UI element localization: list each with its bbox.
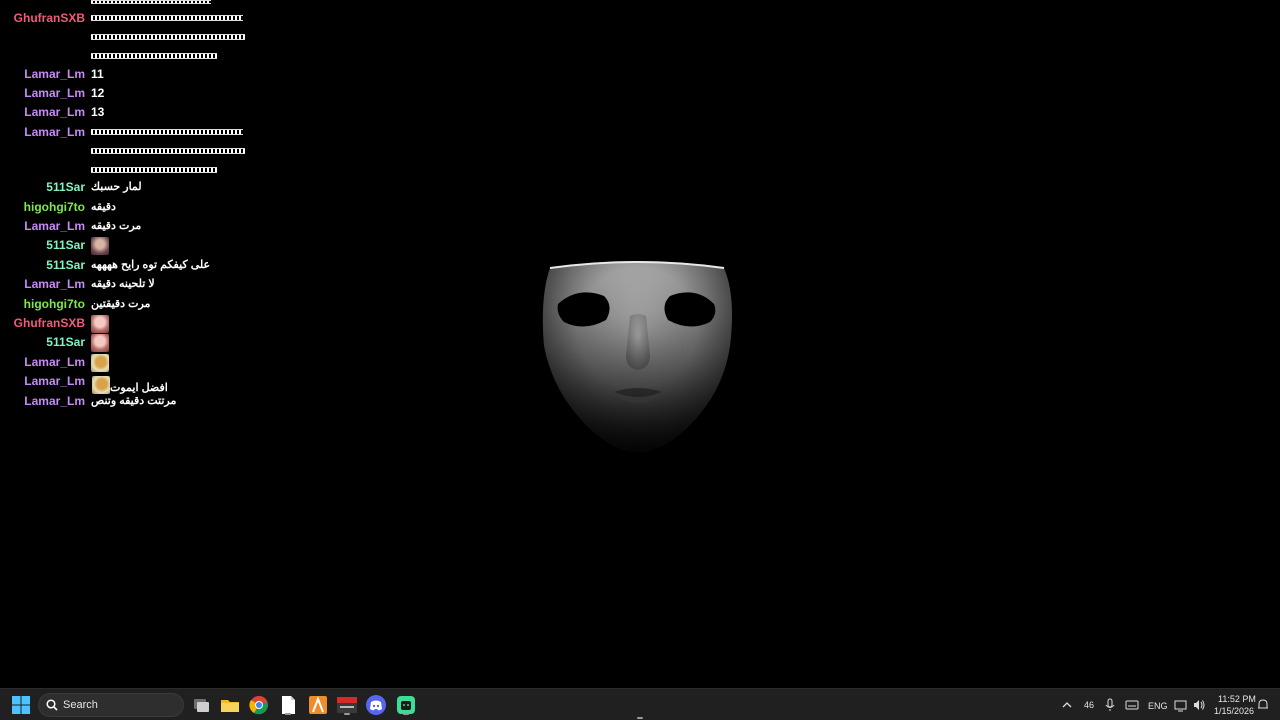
language-indicator[interactable]: ENG xyxy=(1148,701,1168,711)
chat-message-text-content: مرت دقيقه xyxy=(91,220,142,232)
clock-date[interactable]: 1/15/2026 xyxy=(1214,706,1254,716)
chat-message-wrapped-line xyxy=(91,53,217,59)
chat-message-text: دقيقه xyxy=(91,199,116,216)
chat-username[interactable]: 511Sar xyxy=(46,237,85,254)
taskbar: Search 46 ENG 11:52 PM 1/15/2026 xyxy=(0,688,1280,720)
file-explorer-icon[interactable] xyxy=(219,694,241,716)
chat-message-wrapped-line xyxy=(91,147,245,154)
chat-message: Lamar_Lm 12 xyxy=(0,84,260,104)
chat-message-text-content: مرتتت دقيقه وتنص xyxy=(91,394,177,407)
chat-username[interactable]: higohgi7to xyxy=(24,199,85,216)
chat-username[interactable]: 511Sar xyxy=(46,334,85,351)
chat-message-text-content: على كيفكم توه رايح ههههه xyxy=(91,258,211,271)
chat-username[interactable]: higohgi7to xyxy=(24,296,85,313)
chat-message-text-content: 13 xyxy=(91,105,105,120)
chat-username[interactable]: Lamar_Lm xyxy=(24,104,85,121)
taskbar-search-box[interactable]: Search xyxy=(38,693,184,717)
network-icon[interactable] xyxy=(1174,698,1188,712)
chat-message-text: 11 xyxy=(91,66,104,83)
chat-message: 511Sar xyxy=(0,236,260,256)
chat-message-wrapped-line xyxy=(91,15,243,21)
search-label: Search xyxy=(63,699,98,711)
clock-time[interactable]: 11:52 PM xyxy=(1218,694,1256,704)
chat-message-text: مرت دقيقه xyxy=(91,218,141,235)
chat-message: Lamar_Lm 11 xyxy=(0,65,260,85)
chat-message-text-content: دقيقه xyxy=(91,200,116,213)
notification-icon[interactable] xyxy=(1256,698,1270,712)
chat-message-text: على كيفكم توه رايح ههههه xyxy=(91,257,210,274)
chat-message-text-content: مرت دقيقتين xyxy=(91,297,151,310)
running-indicator xyxy=(344,713,350,715)
discord-icon[interactable] xyxy=(365,694,387,716)
chat-message-wrapped-line xyxy=(91,166,217,173)
chat-message-text: لا تلحينه دقيقه xyxy=(91,276,155,293)
chat-emote xyxy=(91,353,109,372)
chat-username[interactable]: Lamar_Lm xyxy=(24,393,85,410)
chat-emote xyxy=(91,237,109,256)
chat-username[interactable]: 511Sar xyxy=(46,179,85,196)
chat-message-text: مرتتت دقيقه وتنص xyxy=(91,393,176,410)
chat-message-text-content: 12 xyxy=(91,85,105,100)
chat-message: 511Sar xyxy=(0,333,260,353)
chrome-icon[interactable] xyxy=(248,694,270,716)
chat-message-wrapped-line xyxy=(91,34,245,40)
chat-message: Lamar_Lm مرت دقيقه xyxy=(0,217,260,237)
chat-username[interactable]: Lamar_Lm xyxy=(24,218,85,235)
orange-app-icon[interactable] xyxy=(307,694,329,716)
chat-message: Lamar_Lm افضل ايموت xyxy=(0,372,260,395)
chat-username[interactable]: 511Sar xyxy=(46,257,85,274)
chat-username[interactable]: GhufranSXB xyxy=(14,10,85,27)
chat-message-text-content: لا تلحينه دقيقه xyxy=(91,278,155,291)
search-icon xyxy=(46,699,58,711)
chat-username[interactable]: Lamar_Lm xyxy=(24,124,85,141)
tray-badge-count[interactable]: 46 xyxy=(1084,700,1094,710)
chat-message-text: 13 xyxy=(91,104,104,121)
chat-message-wrapped-line xyxy=(91,128,243,135)
keyboard-icon[interactable] xyxy=(1125,699,1139,711)
stream-app-icon[interactable] xyxy=(336,694,358,716)
chat-message: 511Sar على كيفكم توه رايح ههههه xyxy=(0,256,260,276)
chat-message: Lamar_Lmهههههههههههههههههههههههههههههه xyxy=(0,123,260,173)
running-indicator xyxy=(285,713,291,715)
chat-message-text-content: لمار حسبك xyxy=(91,181,142,194)
chat-message: higohgi7to مرت دقيقتين xyxy=(0,295,260,315)
chat-username[interactable]: Lamar_Lm xyxy=(24,276,85,293)
chat-message: higohgi7to دقيقه xyxy=(0,198,260,218)
microphone-icon[interactable] xyxy=(1104,698,1116,712)
file-app-icon[interactable] xyxy=(277,694,299,716)
chat-emote xyxy=(91,334,109,353)
chevron-up-icon[interactable] xyxy=(1061,700,1073,710)
chat-username[interactable]: Lamar_Lm xyxy=(24,373,85,390)
chat-emote xyxy=(91,315,109,333)
chat-cutoff-line xyxy=(91,0,211,4)
chat-username[interactable]: Lamar_Lm xyxy=(24,354,85,371)
chat-message-text: 12 xyxy=(91,85,104,102)
windows-start-icon[interactable] xyxy=(10,694,32,716)
chat-message: 511Sar لمار حسبك xyxy=(0,178,260,198)
chat-message-text-content: 11 xyxy=(91,66,104,81)
android-app-icon[interactable] xyxy=(395,694,417,716)
chat-message: Lamar_Lm 13 xyxy=(0,103,260,123)
chat-message-text: مرت دقيقتين xyxy=(91,296,150,313)
chat-message-text: لمار حسبك xyxy=(91,179,142,196)
chat-username[interactable]: Lamar_Lm xyxy=(24,85,85,102)
chat-message: GhufranSXB xyxy=(0,314,260,334)
running-indicator xyxy=(403,713,409,715)
task-view-icon[interactable] xyxy=(190,694,212,716)
chat-message: Lamar_Lm xyxy=(0,353,260,373)
chat-username[interactable]: GhufranSXB xyxy=(14,315,85,332)
chat-message: GhufranSXBبس بس قال حطو موقت مو عدوا xyxy=(0,9,260,59)
volume-icon[interactable] xyxy=(1192,698,1206,712)
mask-image xyxy=(542,261,732,452)
chat-username[interactable]: Lamar_Lm xyxy=(24,66,85,83)
chat-message: Lamar_Lm لا تلحينه دقيقه xyxy=(0,275,260,295)
chat-message: Lamar_Lm مرتتت دقيقه وتنص xyxy=(0,392,260,412)
